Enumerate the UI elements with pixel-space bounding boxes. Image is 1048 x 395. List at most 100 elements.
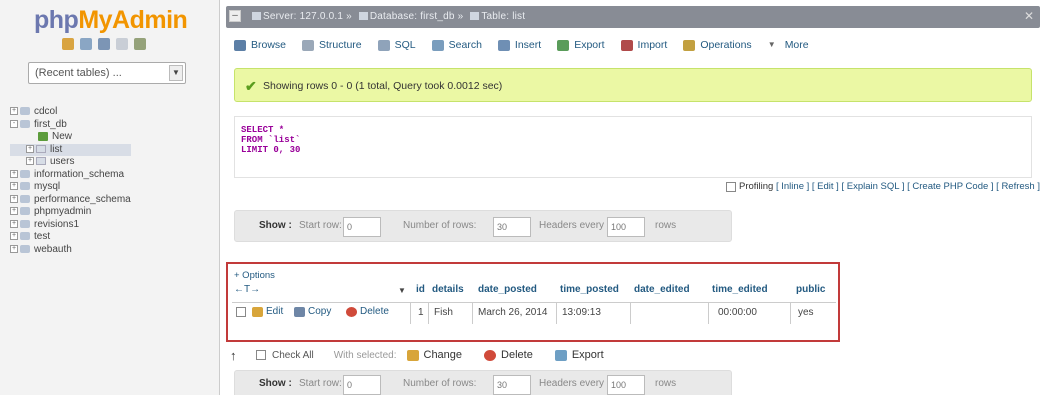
start-row-input[interactable]: 0 — [343, 217, 381, 237]
column-header-public[interactable]: public — [796, 284, 825, 295]
change-button[interactable]: Change — [406, 349, 462, 361]
tree-item-revisions1[interactable]: + revisions1 — [10, 219, 131, 232]
pencil-icon — [406, 349, 419, 361]
close-icon[interactable]: ✕ — [1024, 9, 1034, 23]
tree-item-webauth[interactable]: + webauth — [10, 244, 131, 257]
tree-item-list[interactable]: + list — [10, 143, 131, 156]
table-icon — [36, 157, 46, 166]
top-navigation-bar: Show : Start row: 0 Number of rows: 30 H… — [234, 210, 732, 242]
bulk-delete-button[interactable]: Delete — [484, 349, 533, 361]
database-icon — [20, 119, 30, 128]
tab-insert[interactable]: Insert — [497, 39, 541, 51]
docs-icon[interactable] — [116, 38, 128, 50]
cell-id[interactable]: 1 — [418, 307, 424, 318]
expand-icon[interactable]: + — [10, 194, 18, 203]
expand-icon[interactable]: + — [26, 157, 34, 166]
start-row-input[interactable]: 0 — [343, 375, 381, 395]
options-link[interactable]: + Options — [234, 270, 275, 281]
settings-icon[interactable] — [134, 38, 146, 50]
cell-time-edited[interactable]: 00:00:00 — [718, 307, 757, 318]
number-of-rows-input[interactable]: 30 — [493, 375, 531, 395]
cell-date-posted[interactable]: March 26, 2014 — [478, 307, 548, 318]
chevron-down-icon: ▼ — [767, 39, 776, 49]
breadcrumb-database[interactable]: Database: first_db — [370, 11, 455, 22]
main-content: – Server: 127.0.0.1 » Database: first_db… — [226, 0, 1048, 395]
expand-icon[interactable]: + — [10, 232, 18, 241]
tab-browse[interactable]: Browse — [234, 39, 286, 51]
database-icon — [358, 12, 368, 20]
collapse-icon[interactable]: – — [229, 10, 241, 22]
database-icon — [20, 244, 30, 253]
copy-button[interactable]: Copy — [294, 306, 331, 317]
tab-structure[interactable]: Structure — [302, 39, 362, 51]
tab-operations[interactable]: Operations — [683, 39, 752, 51]
structure-icon — [302, 39, 315, 51]
tab-export[interactable]: Export — [557, 39, 605, 51]
sort-icon[interactable]: ▼ — [398, 286, 406, 295]
expand-icon[interactable]: + — [26, 144, 34, 153]
bulk-export-button[interactable]: Export — [554, 349, 604, 361]
database-icon — [20, 194, 30, 203]
expand-icon[interactable]: + — [10, 107, 18, 116]
headers-every-input[interactable]: 100 — [607, 375, 645, 395]
database-icon — [20, 232, 30, 241]
recent-tables-select[interactable]: (Recent tables) ... ▼ — [28, 62, 186, 84]
query-action-links[interactable]: [ Inline ] [ Edit ] [ Explain SQL ] [ Cr… — [776, 181, 1040, 192]
tree-item-cdcol[interactable]: + cdcol — [10, 106, 131, 119]
bottom-navigation-bar: Show : Start row: 0 Number of rows: 30 H… — [234, 370, 732, 395]
collapse-icon[interactable]: - — [10, 119, 18, 128]
tree-item-users[interactable]: + users — [10, 156, 131, 169]
database-icon — [20, 169, 30, 178]
column-header-time-posted[interactable]: time_posted — [560, 284, 619, 295]
column-arrows[interactable]: ←T→ — [234, 284, 260, 295]
tab-import[interactable]: Import — [620, 39, 667, 51]
tree-item-test[interactable]: + test — [10, 231, 131, 244]
expand-icon[interactable]: + — [10, 244, 18, 253]
insert-icon — [497, 39, 510, 51]
profiling-checkbox[interactable] — [726, 181, 737, 192]
breadcrumb: Server: 127.0.0.1 » Database: first_db »… — [248, 11, 525, 22]
tree-item-first-db[interactable]: - first_db — [10, 119, 131, 132]
check-all-checkbox[interactable] — [256, 350, 266, 360]
expand-icon[interactable]: + — [10, 207, 18, 216]
logout-icon[interactable] — [80, 38, 92, 50]
tree-item-mysql[interactable]: + mysql — [10, 181, 131, 194]
sql-query: SELECT * FROM `list` LIMIT 0, 30 — [241, 125, 301, 155]
column-header-date-edited[interactable]: date_edited — [634, 284, 690, 295]
expand-icon[interactable]: + — [10, 182, 18, 191]
operations-icon — [683, 39, 696, 51]
tree-item-performance-schema[interactable]: + performance_schema — [10, 194, 131, 207]
tree-item-information-schema[interactable]: + information_schema — [10, 169, 131, 182]
home-icon[interactable] — [62, 38, 74, 50]
sql-query-box[interactable]: SELECT * FROM `list` LIMIT 0, 30 — [234, 116, 1032, 178]
help-icon[interactable] — [98, 38, 110, 50]
cell-time-posted[interactable]: 13:09:13 — [562, 307, 601, 318]
column-header-id[interactable]: id — [416, 284, 425, 295]
number-of-rows-input[interactable]: 30 — [493, 217, 531, 237]
breadcrumb-table[interactable]: Table: list — [481, 11, 525, 22]
expand-icon[interactable]: + — [10, 169, 18, 178]
tree-item-new[interactable]: New — [10, 131, 131, 144]
column-header-details[interactable]: details — [432, 284, 464, 295]
tab-search[interactable]: Search — [431, 39, 482, 51]
chevron-down-icon: ▼ — [169, 65, 183, 81]
cell-details[interactable]: Fish — [434, 307, 453, 318]
success-message: ✔ Showing rows 0 - 0 (1 total, Query too… — [234, 68, 1032, 102]
row-checkbox[interactable] — [236, 307, 246, 317]
database-icon — [20, 182, 30, 191]
tab-more[interactable]: ▼ More — [768, 39, 809, 51]
expand-icon[interactable]: + — [10, 219, 18, 228]
column-header-time-edited[interactable]: time_edited — [712, 284, 768, 295]
headers-every-input[interactable]: 100 — [607, 217, 645, 237]
tree-item-phpmyadmin[interactable]: + phpmyadmin — [10, 206, 131, 219]
column-header-date-posted[interactable]: date_posted — [478, 284, 537, 295]
delete-button[interactable]: Delete — [346, 306, 389, 317]
cell-public[interactable]: yes — [798, 307, 814, 318]
database-icon — [20, 219, 30, 228]
tab-sql[interactable]: SQL — [377, 39, 416, 51]
phpmyadmin-logo[interactable]: phpMyAdmin — [34, 6, 188, 35]
edit-button[interactable]: Edit — [252, 306, 283, 317]
database-icon — [20, 207, 30, 216]
check-all-label[interactable]: Check All — [272, 350, 314, 361]
breadcrumb-server[interactable]: Server: 127.0.0.1 — [263, 11, 343, 22]
